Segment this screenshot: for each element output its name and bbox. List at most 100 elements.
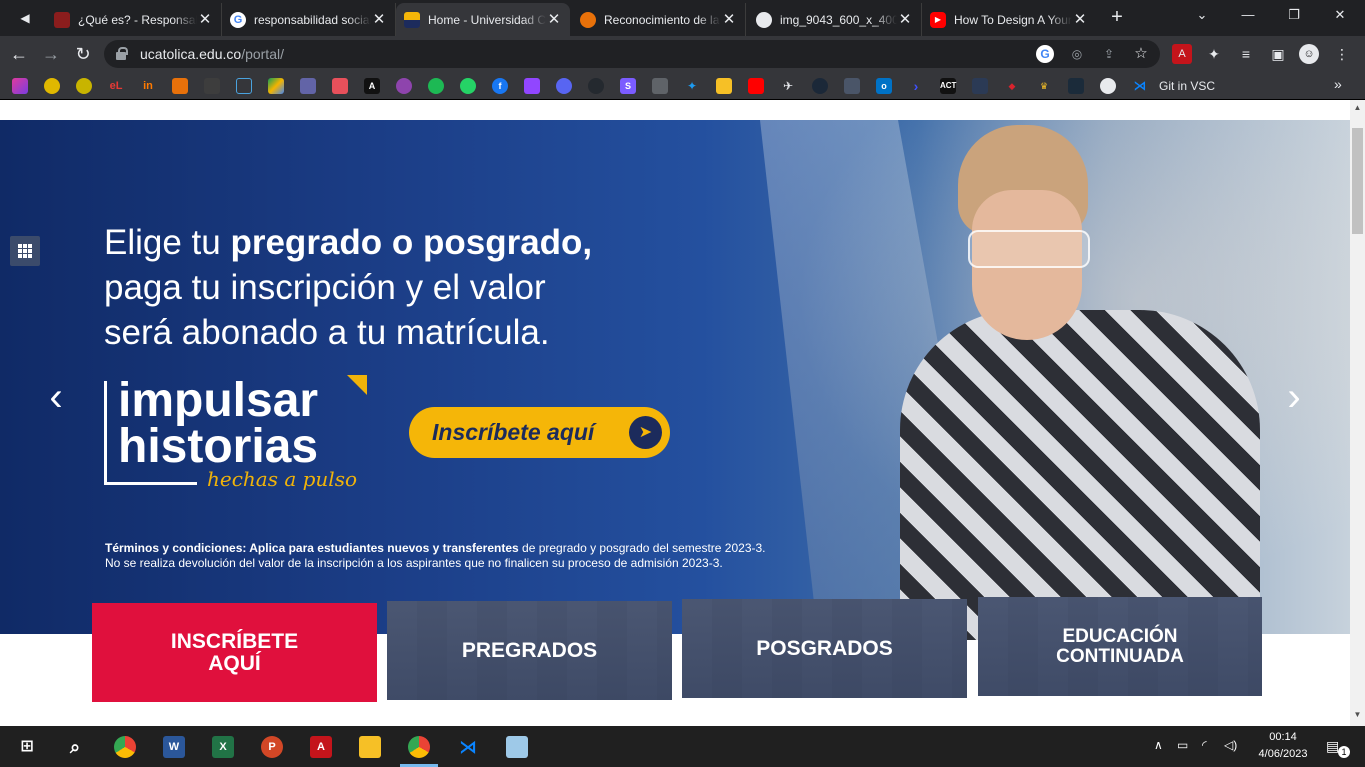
carousel-prev-icon[interactable]: ‹ bbox=[42, 375, 70, 419]
excel-icon[interactable]: X bbox=[212, 736, 234, 758]
tile-inscribete-aqui[interactable]: INSCRÍBETE AQUÍ bbox=[92, 603, 377, 702]
acrobat-icon[interactable]: A bbox=[310, 736, 332, 758]
taskbar-clock[interactable]: 00:14 4/06/2023 bbox=[1253, 729, 1313, 763]
bookmark-crown-icon[interactable]: ♛ bbox=[1036, 78, 1052, 94]
chrome-menu-icon[interactable]: ⋮ bbox=[1332, 44, 1352, 64]
lock-icon[interactable] bbox=[116, 47, 128, 60]
tab-img[interactable]: img_9043_600_x_400 ✕ bbox=[748, 3, 922, 36]
tab-que-es[interactable]: ¿Qué es? - Responsabilidad ✕ bbox=[46, 3, 222, 36]
apps-grid-menu-icon[interactable] bbox=[10, 236, 40, 266]
bookmark-seal2-icon[interactable] bbox=[76, 78, 92, 94]
chrome-icon[interactable] bbox=[114, 736, 136, 758]
tab-close-icon[interactable]: ✕ bbox=[371, 11, 387, 28]
profile-avatar-icon[interactable]: ☺ bbox=[1299, 44, 1319, 64]
scroll-up-icon[interactable]: ▲ bbox=[1352, 102, 1363, 113]
bookmark-git-in-vsc[interactable]: Git in VSC bbox=[1159, 79, 1215, 93]
tab-responsabilidad[interactable]: G responsabilidad social ✕ bbox=[222, 3, 396, 36]
inscribete-aqui-cta-button[interactable]: Inscríbete aquí ➤ bbox=[409, 407, 670, 458]
tab-home-universidad[interactable]: Home - Universidad Católica ✕ bbox=[396, 3, 570, 36]
side-panel-icon[interactable]: ▣ bbox=[1268, 44, 1288, 64]
word-icon[interactable]: W bbox=[163, 736, 185, 758]
wifi-icon[interactable]: ◜ bbox=[1202, 738, 1207, 752]
bookmark-in-icon[interactable]: in bbox=[140, 78, 156, 94]
vscode-taskbar-icon[interactable]: ⋊ bbox=[457, 736, 479, 758]
bookmark-box-icon[interactable] bbox=[204, 78, 220, 94]
search-icon[interactable]: ⌕ bbox=[64, 736, 86, 758]
bookmark-el-icon[interactable]: eL bbox=[108, 78, 124, 94]
carousel-next-icon[interactable]: › bbox=[1280, 375, 1308, 419]
tab-reconocimiento[interactable]: Reconocimiento de la ✕ bbox=[572, 3, 746, 36]
vscode-icon[interactable]: ⋊ bbox=[1132, 78, 1148, 94]
tile-educacion-continuada[interactable]: EDUCACIÓN CONTINUADA bbox=[978, 597, 1262, 696]
tab-close-icon[interactable]: ✕ bbox=[197, 11, 213, 28]
bookmark-stripes-icon[interactable] bbox=[12, 78, 28, 94]
twitter-icon[interactable]: ✦ bbox=[684, 78, 700, 94]
scrollbar-thumb[interactable] bbox=[1352, 128, 1363, 234]
reload-button[interactable]: ↻ bbox=[72, 43, 94, 65]
google-lens-icon[interactable]: G bbox=[1036, 45, 1054, 63]
bookmark-dark-icon[interactable] bbox=[972, 78, 988, 94]
restore-button[interactable]: ❐ bbox=[1280, 4, 1308, 26]
powerpoint-icon[interactable]: P bbox=[261, 736, 283, 758]
plane-icon[interactable]: ✈ bbox=[780, 78, 796, 94]
spotify-icon[interactable] bbox=[428, 78, 444, 94]
file-explorer-icon[interactable] bbox=[359, 736, 381, 758]
close-window-button[interactable]: ✕ bbox=[1326, 4, 1354, 26]
teams-icon[interactable] bbox=[300, 78, 316, 94]
forward-button[interactable]: → bbox=[40, 43, 62, 65]
windows-start-icon[interactable]: ⊞ bbox=[16, 736, 38, 758]
facebook-icon[interactable]: f bbox=[492, 78, 508, 94]
bookmark-wave-icon[interactable] bbox=[1068, 78, 1084, 94]
bookmark-potion-icon[interactable] bbox=[396, 78, 412, 94]
github-icon[interactable] bbox=[588, 78, 604, 94]
url-text[interactable]: ucatolica.edu.co/portal/ bbox=[140, 46, 284, 62]
bookmark-a-icon[interactable]: A bbox=[364, 78, 380, 94]
whatsapp-icon[interactable] bbox=[460, 78, 476, 94]
volume-icon[interactable]: ◁) bbox=[1224, 738, 1237, 752]
bookmark-star-icon[interactable]: ☆ bbox=[1132, 45, 1150, 63]
new-tab-button[interactable]: + bbox=[1106, 6, 1128, 28]
tab-search-chevron-icon[interactable]: ⌄ bbox=[1188, 4, 1216, 26]
bookmark-red-icon[interactable]: ◆ bbox=[1004, 78, 1020, 94]
extensions-puzzle-icon[interactable]: ✦ bbox=[1204, 44, 1224, 64]
youtube-bookmark-icon[interactable] bbox=[748, 78, 764, 94]
outlook-icon[interactable]: o bbox=[876, 78, 892, 94]
bookmark-book-icon[interactable] bbox=[332, 78, 348, 94]
tab-search-icon[interactable]: ◀ bbox=[14, 9, 36, 27]
tab-close-icon[interactable]: ✕ bbox=[546, 11, 562, 28]
tab-close-icon[interactable]: ✕ bbox=[721, 11, 737, 28]
eye-off-icon[interactable]: ◎ bbox=[1068, 45, 1086, 63]
battery-icon[interactable]: ▭ bbox=[1177, 738, 1188, 752]
bookmark-arrow-icon[interactable]: › bbox=[908, 78, 924, 94]
bookmark-globe-icon[interactable] bbox=[1100, 78, 1116, 94]
address-bar[interactable]: ucatolica.edu.co/portal/ G ◎ ⇪ ☆ bbox=[104, 40, 1160, 68]
bookmark-grid-icon[interactable] bbox=[652, 78, 668, 94]
bookmark-s-icon[interactable]: S bbox=[620, 78, 636, 94]
bookmarks-overflow-icon[interactable]: » bbox=[1334, 76, 1342, 92]
tab-close-icon[interactable]: ✕ bbox=[1072, 11, 1088, 28]
tab-close-icon[interactable]: ✕ bbox=[897, 11, 913, 28]
google-drive-icon[interactable] bbox=[268, 78, 284, 94]
steam-icon[interactable] bbox=[812, 78, 828, 94]
bookmark-seal-icon[interactable] bbox=[44, 78, 60, 94]
terms-line-2: No se realiza devolución del valor de la… bbox=[105, 556, 723, 570]
bookmark-qr-icon[interactable] bbox=[844, 78, 860, 94]
tile-posgrados[interactable]: POSGRADOS bbox=[682, 599, 967, 698]
tab-youtube[interactable]: ▶ How To Design A Your ✕ bbox=[922, 3, 1096, 36]
media-control-icon[interactable]: ≡ bbox=[1236, 44, 1256, 64]
bookmark-bracket-icon[interactable] bbox=[236, 78, 252, 94]
tile-pregrados[interactable]: PREGRADOS bbox=[387, 601, 672, 700]
tray-chevron-up-icon[interactable]: ∧ bbox=[1154, 738, 1163, 752]
discord-icon[interactable] bbox=[556, 78, 572, 94]
minimize-button[interactable]: — bbox=[1234, 4, 1262, 26]
notepad-icon[interactable] bbox=[506, 736, 528, 758]
keep-icon[interactable] bbox=[716, 78, 732, 94]
twitch-icon[interactable] bbox=[524, 78, 540, 94]
share-icon[interactable]: ⇪ bbox=[1100, 45, 1118, 63]
bookmark-act-icon[interactable]: ACT bbox=[940, 78, 956, 94]
back-button[interactable]: ← bbox=[8, 43, 30, 65]
scroll-down-icon[interactable]: ▼ bbox=[1352, 709, 1363, 720]
chrome-active-icon[interactable] bbox=[408, 736, 430, 758]
acrobat-extension-icon[interactable]: A bbox=[1172, 44, 1192, 64]
bookmark-shield-icon[interactable] bbox=[172, 78, 188, 94]
